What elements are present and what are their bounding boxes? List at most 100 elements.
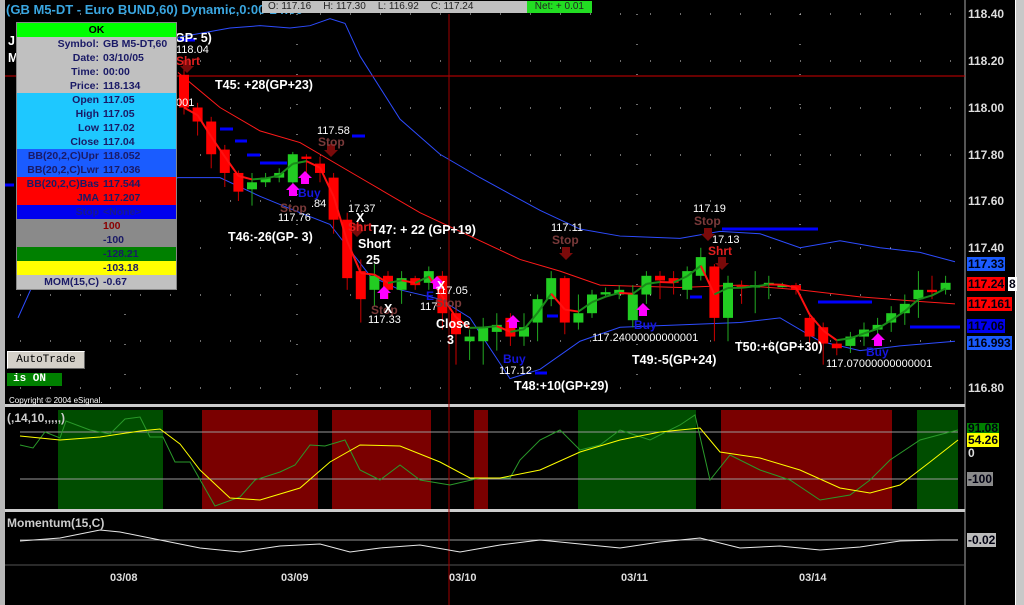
legend-label: Low	[78, 122, 99, 134]
ohlc-open: O: 117.16	[268, 1, 312, 12]
bb-basis-tag: 117.161	[967, 297, 1012, 311]
legend-row: Price: 118.134	[17, 79, 176, 93]
short-label: Shrt	[176, 54, 200, 68]
legend-value: 100	[103, 220, 121, 232]
ohlc-close: C: 117.24	[430, 1, 474, 12]
legend-value: 117.04	[103, 136, 135, 148]
trade-annotation: 117.24000000000001	[592, 332, 699, 344]
trade-annotation: 25	[366, 253, 380, 267]
legend-row: Close 117.04	[17, 135, 176, 149]
price-tick-label: 117.60	[968, 194, 1005, 208]
legend-label: BB(20,2,C)Lwr	[27, 164, 99, 176]
legend-row: BB(20,2,C)Bas 117.544	[17, 177, 176, 191]
legend-row: -128.21	[17, 247, 176, 261]
legend-row: JMA 117.207	[17, 191, 176, 205]
jma-line-segment	[251, 177, 266, 181]
candle-up	[627, 294, 638, 321]
legend-value: -0.67	[103, 276, 127, 288]
panel-separator	[5, 404, 965, 407]
ok-button[interactable]: OK	[17, 23, 176, 37]
osc-zero-tag: 0	[968, 446, 975, 460]
bb-upper-tag: 117.33	[967, 257, 1006, 271]
stop-label: Stop	[694, 214, 721, 228]
legend-value: -128.21	[103, 248, 139, 260]
price-tick-label: 117.40	[968, 241, 1005, 255]
legend-label: Symbol:	[57, 38, 99, 50]
legend-label: Price:	[69, 80, 99, 92]
candle-up	[573, 313, 584, 323]
date-tick-label: 03/11	[621, 572, 648, 584]
candle-up	[546, 278, 557, 300]
ohlc-bar: O: 117.16 H: 117.30 L: 116.92 C: 117.24 …	[262, 1, 592, 13]
date-tick-label: 03/09	[281, 572, 309, 584]
trade-annotation: T48:+10(GP+29)	[514, 379, 609, 393]
candle-down	[927, 289, 937, 293]
legend-row: Open 117.05	[17, 93, 176, 107]
bb-lower-tag: 116.993	[967, 336, 1012, 350]
legend-row: High 117.05	[17, 107, 176, 121]
trade-annotation: 117.76	[278, 212, 311, 224]
trade-annotation: X	[437, 279, 446, 293]
legend-row: Low 117.02	[17, 121, 176, 135]
legend-label: Close	[70, 136, 99, 148]
legend-label	[17, 233, 103, 247]
candle-down	[355, 271, 366, 300]
oscillator-zone	[332, 410, 431, 509]
legend-label: JMA	[76, 192, 99, 204]
cursor-data-window: OK Symbol: GB M5-DT,60 Date: 03/10/05 Time: 0…	[16, 22, 177, 290]
short-label: Shrt	[348, 220, 372, 234]
legend-label	[17, 247, 103, 261]
legend-label: BB(20,2,C)Bas	[26, 178, 99, 190]
oscillator-zone	[202, 410, 318, 509]
candle-up	[641, 275, 652, 295]
chart-title: (GB M5-DT - Euro BUND,60) Dynamic,0:00-2…	[6, 2, 303, 17]
ohlc-net: Net: + 0.01	[526, 1, 592, 13]
legend-value: 118.052	[103, 150, 141, 162]
candle-down	[831, 343, 842, 349]
legend-value: -100	[103, 234, 125, 246]
price-tick-label: 116.80	[968, 381, 1005, 395]
legend-label: MOM(15,C)	[44, 276, 99, 288]
trade-annotation: T50:+6(GP+30)	[735, 340, 823, 354]
date-tick-label: 03/10	[449, 572, 477, 584]
candle-down	[804, 317, 815, 337]
legend-value: 117.544	[103, 178, 141, 190]
candle-down	[559, 278, 570, 323]
legend-label: BB(20,2,C)Upr	[27, 150, 99, 162]
legend-value: 117.05	[103, 108, 135, 120]
price-tick-label: 118.20	[968, 54, 1005, 68]
stop-tag: 117.06	[967, 319, 1006, 333]
trade-annotation: T46:-26(GP- 3)	[228, 230, 313, 244]
candle-up	[287, 154, 298, 183]
legend-label: Open	[72, 94, 99, 106]
autotrade-button[interactable]: AutoTrade	[7, 351, 85, 369]
candle-up	[532, 299, 543, 323]
trade-annotation: 3	[447, 333, 454, 347]
trade-annotation: 001	[176, 97, 195, 109]
legend-label	[17, 261, 103, 275]
candle-up	[396, 278, 407, 290]
jma-line-segment	[741, 285, 756, 289]
candle-up	[464, 336, 475, 342]
osc-yellow-tag: 54.26	[967, 433, 1000, 447]
autotrade-status: is ON	[7, 373, 62, 386]
copyright-text: Copyright © 2004 eSignal.	[9, 396, 103, 405]
stop-label: Stop	[552, 233, 579, 247]
legend-value: 03/10/05	[103, 52, 144, 64]
last-price-tag: 117.24	[967, 277, 1006, 291]
oscillator-zone	[721, 410, 892, 509]
legend-value: 118.134	[103, 80, 141, 92]
momentum-label: Momentum(15,C)	[7, 516, 105, 530]
price-tick-label: 118.40	[968, 7, 1005, 21]
ohlc-high: H: 117.30	[323, 1, 366, 12]
legend-label	[17, 219, 103, 233]
momentum-tag: -0.02	[967, 533, 997, 547]
legend-value: <None>	[103, 206, 142, 218]
panel-separator	[5, 509, 965, 512]
stop-label: Stop	[435, 296, 462, 310]
candle-up	[478, 327, 489, 342]
legend-value: -103.18	[103, 262, 139, 274]
trade-annotation: T45: +28(GP+23)	[215, 78, 313, 92]
candle-up	[247, 182, 257, 190]
legend-label: Time:	[71, 66, 99, 78]
